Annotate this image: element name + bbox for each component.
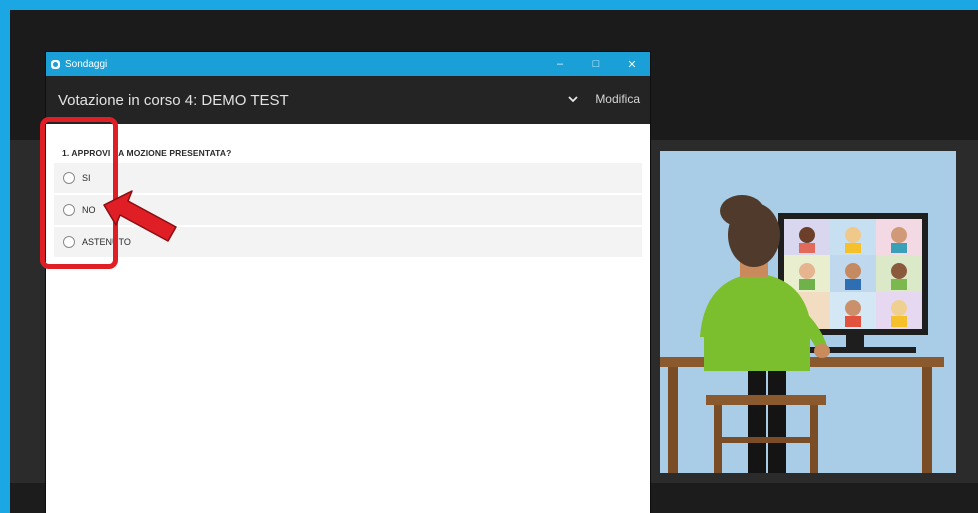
video-call-illustration [660,151,956,473]
left-edge-strip [0,224,10,513]
poll-window: Sondaggi – □ ✕ Votazione in corso 4: DEM… [46,52,650,513]
poll-title: Votazione in corso 4: DEMO TEST [58,91,289,109]
poll-header: Votazione in corso 4: DEMO TEST Modifica [46,76,650,124]
maximize-button[interactable]: □ [578,52,614,76]
title-bar[interactable]: Sondaggi – □ ✕ [46,52,650,76]
minimize-button[interactable]: – [542,52,578,76]
window-title: Sondaggi [65,58,108,70]
zoom-app-icon [51,59,60,69]
window-controls: – □ ✕ [542,52,650,76]
poll-content: 1. APPROVI LA MOZIONE PRESENTATA? SI NO … [46,124,650,513]
annotation-arrow [103,190,177,242]
close-button[interactable]: ✕ [614,52,650,76]
edit-button[interactable]: Modifica [595,92,640,106]
chevron-down-icon[interactable] [566,92,580,106]
